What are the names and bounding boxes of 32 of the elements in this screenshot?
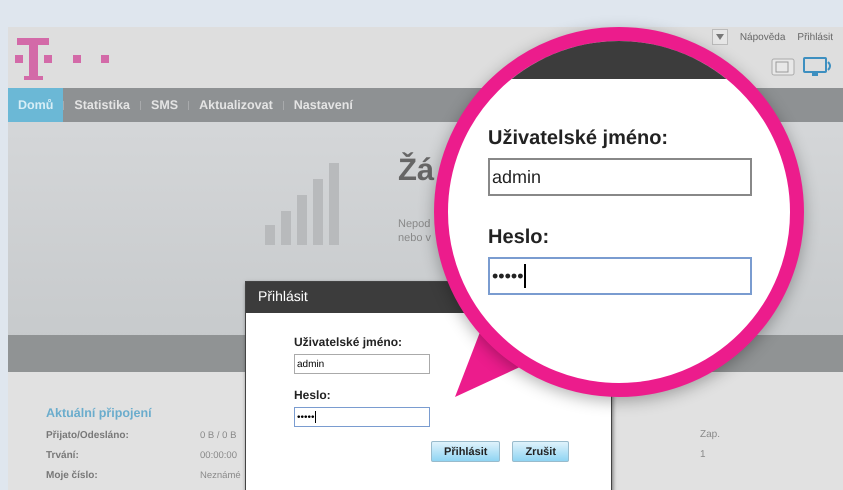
- nav-tab[interactable]: Statistika: [64, 88, 140, 122]
- username-field[interactable]: admin: [294, 354, 430, 374]
- cancel-button[interactable]: Zrušit: [512, 441, 569, 462]
- nav-tab[interactable]: Nastavení: [284, 88, 363, 122]
- login-button[interactable]: Přihlásit: [431, 441, 500, 462]
- page-title: Žá: [398, 152, 434, 188]
- field-label: Přijato/Odesláno:: [46, 430, 130, 440]
- field-label: Moje číslo:: [46, 470, 99, 480]
- info-text: Nepod: [398, 217, 432, 231]
- signal-bars-icon: [265, 163, 341, 245]
- language-dropdown[interactable]: [712, 29, 728, 45]
- field-value: 0 B / 0 B: [200, 430, 236, 440]
- password-field[interactable]: •••••: [294, 407, 430, 427]
- field-value: Neznámé: [200, 470, 241, 480]
- header-link[interactable]: Nápověda: [740, 32, 786, 42]
- field-value: 1: [700, 449, 707, 462]
- password-field[interactable]: •••••: [488, 257, 752, 295]
- monitor-icon[interactable]: [803, 57, 833, 77]
- header-link[interactable]: Přihlásit: [797, 32, 833, 42]
- field-value: 00:00:00: [200, 450, 237, 460]
- username-label: Uživatelské jméno:: [488, 127, 670, 150]
- section-title: Aktuální připojení: [46, 406, 152, 420]
- username-field[interactable]: admin: [488, 158, 752, 196]
- username-label: Uživatelské jméno:: [294, 335, 404, 349]
- field-value: Zap.: [700, 429, 720, 442]
- info-text: nebo v: [398, 231, 432, 245]
- window-icon[interactable]: [771, 58, 795, 76]
- password-label: Heslo:: [294, 388, 332, 402]
- nav-tab[interactable]: Aktualizovat: [189, 88, 283, 122]
- nav-tab[interactable]: SMS: [141, 88, 188, 122]
- password-label: Heslo:: [488, 226, 550, 249]
- field-label: Trvání:: [46, 450, 80, 460]
